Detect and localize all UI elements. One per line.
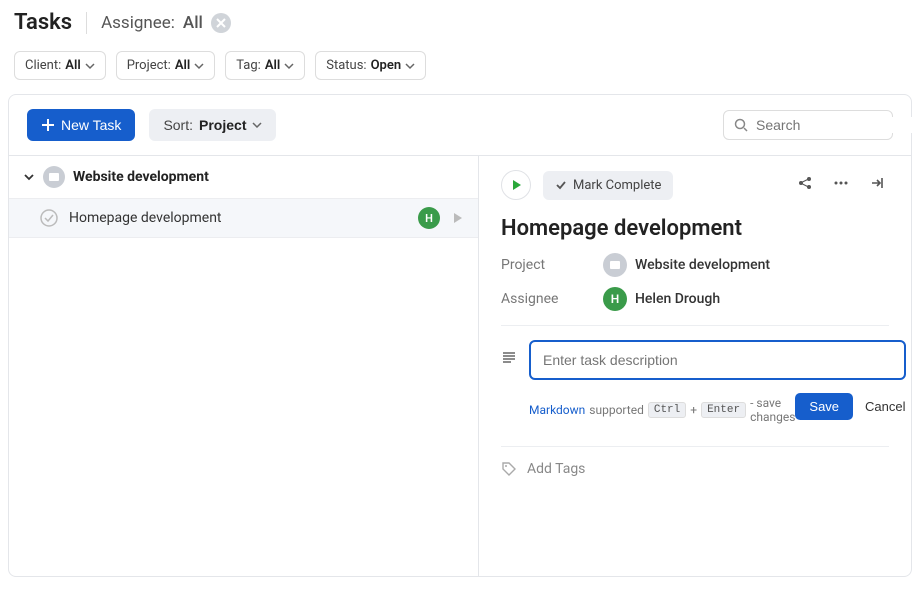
filter-value: All [175, 58, 190, 73]
assignee-value[interactable]: H Helen Drough [603, 287, 720, 311]
assignee-value: All [183, 13, 203, 33]
filter-value: All [265, 58, 280, 73]
project-name: Website development [635, 257, 770, 273]
assignee-avatar: H [603, 287, 627, 311]
check-icon [555, 179, 567, 191]
description-input[interactable] [529, 340, 906, 380]
close-icon[interactable] [211, 13, 231, 33]
assignee-avatar: H [418, 207, 440, 229]
plus-icon [41, 118, 55, 132]
tag-icon [501, 461, 517, 477]
filter-label: Tag: [236, 58, 261, 73]
search-icon [734, 118, 748, 132]
assignee-name: Helen Drough [635, 291, 720, 307]
cancel-button[interactable]: Cancel [865, 399, 905, 414]
kbd-hint-text: - save changes [750, 396, 795, 424]
kbd-enter: Enter [701, 402, 746, 418]
task-row[interactable]: Homepage development H [9, 198, 478, 238]
new-task-button[interactable]: New Task [27, 109, 135, 141]
share-icon[interactable] [793, 171, 817, 199]
sort-button[interactable]: Sort: Project [149, 109, 276, 141]
main-panel: New Task Sort: Project Website developme… [8, 94, 912, 577]
project-icon [603, 253, 627, 277]
page-title: Tasks [14, 10, 72, 35]
assignee-label: Assignee [501, 291, 579, 307]
filter-tag[interactable]: Tag: All [225, 51, 305, 80]
kbd-ctrl: Ctrl [648, 402, 686, 418]
project-icon [43, 166, 65, 188]
filter-label: Client: [25, 58, 61, 73]
more-icon[interactable] [829, 171, 853, 199]
filter-label: Project: [127, 58, 171, 73]
task-detail-title: Homepage development [501, 216, 889, 241]
chevron-down-icon [85, 61, 95, 71]
play-icon [510, 179, 522, 191]
filter-project[interactable]: Project: All [116, 51, 216, 80]
filter-value: Open [371, 58, 402, 73]
divider [86, 12, 87, 34]
group-name: Website development [73, 169, 209, 185]
chevron-down-icon [23, 171, 35, 183]
filter-value: All [65, 58, 80, 73]
sort-value: Project [199, 117, 246, 133]
mark-complete-label: Mark Complete [573, 178, 661, 193]
task-name: Homepage development [69, 210, 408, 226]
markdown-hint: Markdown supported Ctrl + Enter - save c… [529, 396, 795, 424]
collapse-panel-icon[interactable] [865, 171, 889, 199]
assignee-label: Assignee: [101, 13, 175, 33]
save-button[interactable]: Save [795, 393, 853, 420]
search-input[interactable] [756, 117, 920, 133]
task-detail-panel: Mark Complete Homepage development Proje… [479, 156, 911, 576]
chevron-down-icon [284, 61, 294, 71]
filter-row: Client: All Project: All Tag: All Status… [0, 45, 920, 94]
add-tags-label: Add Tags [527, 461, 585, 477]
chevron-down-icon [252, 120, 262, 130]
check-circle-icon[interactable] [39, 208, 59, 228]
filter-status[interactable]: Status: Open [315, 51, 426, 80]
description-icon [501, 340, 517, 366]
task-list: Website development Homepage development… [9, 156, 479, 576]
project-label: Project [501, 257, 579, 273]
task-group-header[interactable]: Website development [9, 156, 478, 198]
play-icon[interactable] [450, 211, 464, 225]
plus-text: + [690, 403, 697, 417]
chevron-down-icon [405, 61, 415, 71]
sort-label: Sort: [163, 117, 193, 133]
chevron-down-icon [194, 61, 204, 71]
markdown-text: supported [589, 403, 644, 417]
search-box[interactable] [723, 110, 893, 140]
project-value[interactable]: Website development [603, 253, 770, 277]
timer-play-button[interactable] [501, 170, 531, 200]
mark-complete-button[interactable]: Mark Complete [543, 171, 673, 200]
new-task-label: New Task [61, 117, 121, 133]
add-tags-button[interactable]: Add Tags [501, 446, 889, 477]
assignee-filter-chip[interactable]: Assignee: All [101, 13, 231, 33]
filter-client[interactable]: Client: All [14, 51, 106, 80]
filter-label: Status: [326, 58, 366, 73]
markdown-link[interactable]: Markdown [529, 403, 585, 417]
